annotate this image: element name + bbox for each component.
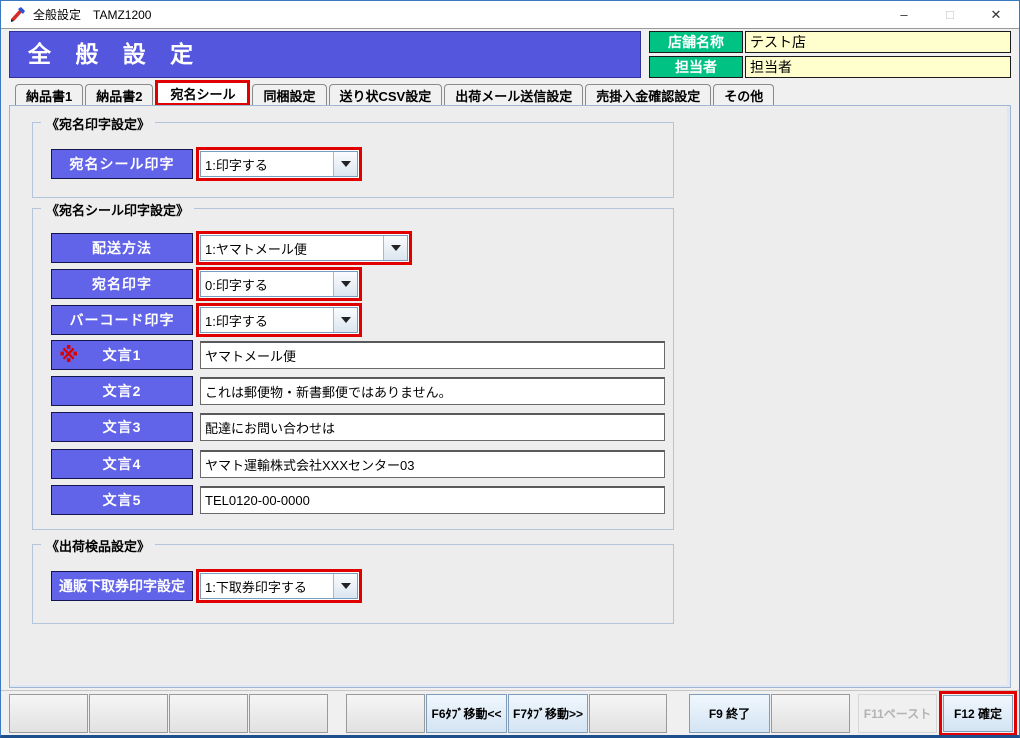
group-title: 《出荷検品設定》 (41, 536, 155, 555)
minimize-button[interactable]: – (881, 1, 927, 28)
address-print-select[interactable]: 0:印字する (200, 271, 358, 297)
window-title: 全般設定 TAMZ1200 (33, 6, 151, 23)
f4-button-empty (249, 694, 328, 733)
tab-shipping-mail[interactable]: 出荷メール送信設定 (444, 84, 583, 106)
f10-button-empty (771, 694, 850, 733)
title-bar: 全般設定 TAMZ1200 – □ ✕ (1, 1, 1019, 29)
text3-label: 文言3 (51, 412, 193, 442)
seal-print-select[interactable]: 1:印字する (200, 151, 358, 177)
text4-input[interactable] (200, 450, 665, 478)
group-shipping-inspection-settings: 《出荷検品設定》 通販下取券印字設定 1:下取券印字する (32, 544, 674, 624)
text3-input[interactable] (200, 413, 665, 441)
chevron-down-icon[interactable] (333, 152, 357, 176)
text1-input[interactable] (200, 341, 665, 369)
tab-shipping-csv[interactable]: 送り状CSV設定 (329, 84, 443, 106)
page-title: 全 般 設 定 (9, 31, 641, 78)
group-title: 《宛名シール印字設定》 (41, 200, 194, 219)
settings-tabstrip: 納品書1 納品書2 宛名シール 同梱設定 送り状CSV設定 出荷メール送信設定 … (15, 83, 776, 106)
group-seal-print-settings: 《宛名シール印字設定》 配送方法 1:ヤマトメール便 宛名印字 0:印字する (32, 208, 674, 530)
f7-tab-next-button[interactable]: F7ﾀﾌﾞ移動>> (508, 694, 588, 733)
highlight-box: 1:下取券印字する (196, 569, 362, 603)
highlight-box: 0:印字する (196, 267, 362, 301)
store-name-label: 店舗名称 (649, 31, 743, 53)
store-name-value: テスト店 (745, 31, 1011, 53)
coupon-print-select[interactable]: 1:下取券印字する (200, 573, 358, 599)
maximize-button: □ (927, 1, 973, 28)
tab-others[interactable]: その他 (713, 84, 774, 106)
group-title: 《宛名印字設定》 (41, 114, 155, 133)
chevron-down-icon[interactable] (333, 272, 357, 296)
required-icon: ※ (59, 343, 79, 369)
delivery-method-label: 配送方法 (51, 233, 193, 263)
f1-button-empty (9, 694, 88, 733)
text2-input[interactable] (200, 377, 665, 405)
tab-receivable-confirm[interactable]: 売掛入金確認設定 (585, 84, 711, 106)
coupon-print-label: 通販下取券印字設定 (51, 571, 193, 601)
text5-input[interactable] (200, 486, 665, 514)
caption-buttons: – □ ✕ (881, 1, 1019, 28)
text2-label: 文言2 (51, 376, 193, 406)
f6-tab-prev-button[interactable]: F6ﾀﾌﾞ移動<< (426, 694, 507, 733)
chevron-down-icon[interactable] (383, 236, 407, 260)
barcode-print-label: バーコード印字 (51, 305, 193, 335)
address-print-label: 宛名印字 (51, 269, 193, 299)
text1-label: ※ 文言1 (51, 340, 193, 370)
tab-delivery-note-1[interactable]: 納品書1 (15, 84, 83, 106)
group-address-print-settings: 《宛名印字設定》 宛名シール印字 1:印字する (32, 122, 674, 198)
tab-bundle-settings[interactable]: 同梱設定 (252, 84, 326, 106)
tab-delivery-note-2[interactable]: 納品書2 (85, 84, 153, 106)
close-button[interactable]: ✕ (973, 1, 1019, 28)
function-key-bar: F6ﾀﾌﾞ移動<< F7ﾀﾌﾞ移動>> F9 終了 F11ペースト F12 確定 (1, 690, 1019, 735)
delivery-method-select[interactable]: 1:ヤマトメール便 (200, 235, 408, 261)
highlight-box: 1:印字する (196, 147, 362, 181)
f2-button-empty (89, 694, 168, 733)
staff-label: 担当者 (649, 56, 743, 78)
chevron-down-icon[interactable] (333, 308, 357, 332)
seal-print-label: 宛名シール印字 (51, 149, 193, 179)
staff-value: 担当者 (745, 56, 1011, 78)
f8-button-empty (589, 694, 667, 733)
barcode-print-select[interactable]: 1:印字する (200, 307, 358, 333)
f3-button-empty (169, 694, 248, 733)
highlight-box: F12 確定 (939, 691, 1017, 736)
general-settings-window: 全般設定 TAMZ1200 – □ ✕ 全 般 設 定 店舗名称 テスト店 担当… (0, 0, 1020, 738)
f12-confirm-button[interactable]: F12 確定 (943, 695, 1013, 732)
chevron-down-icon[interactable] (333, 574, 357, 598)
f11-paste-button: F11ペースト (858, 694, 937, 733)
tab-content-panel: 《宛名印字設定》 宛名シール印字 1:印字する 《宛名シール印字設定》 配送方法… (9, 105, 1011, 688)
app-icon (9, 6, 26, 23)
highlight-box: 1:印字する (196, 303, 362, 337)
f9-exit-button[interactable]: F9 終了 (689, 694, 770, 733)
highlight-box: 1:ヤマトメール便 (196, 231, 412, 265)
tab-address-seal[interactable]: 宛名シール (155, 80, 250, 106)
text4-label: 文言4 (51, 449, 193, 479)
f5-button-empty (346, 694, 425, 733)
text5-label: 文言5 (51, 485, 193, 515)
